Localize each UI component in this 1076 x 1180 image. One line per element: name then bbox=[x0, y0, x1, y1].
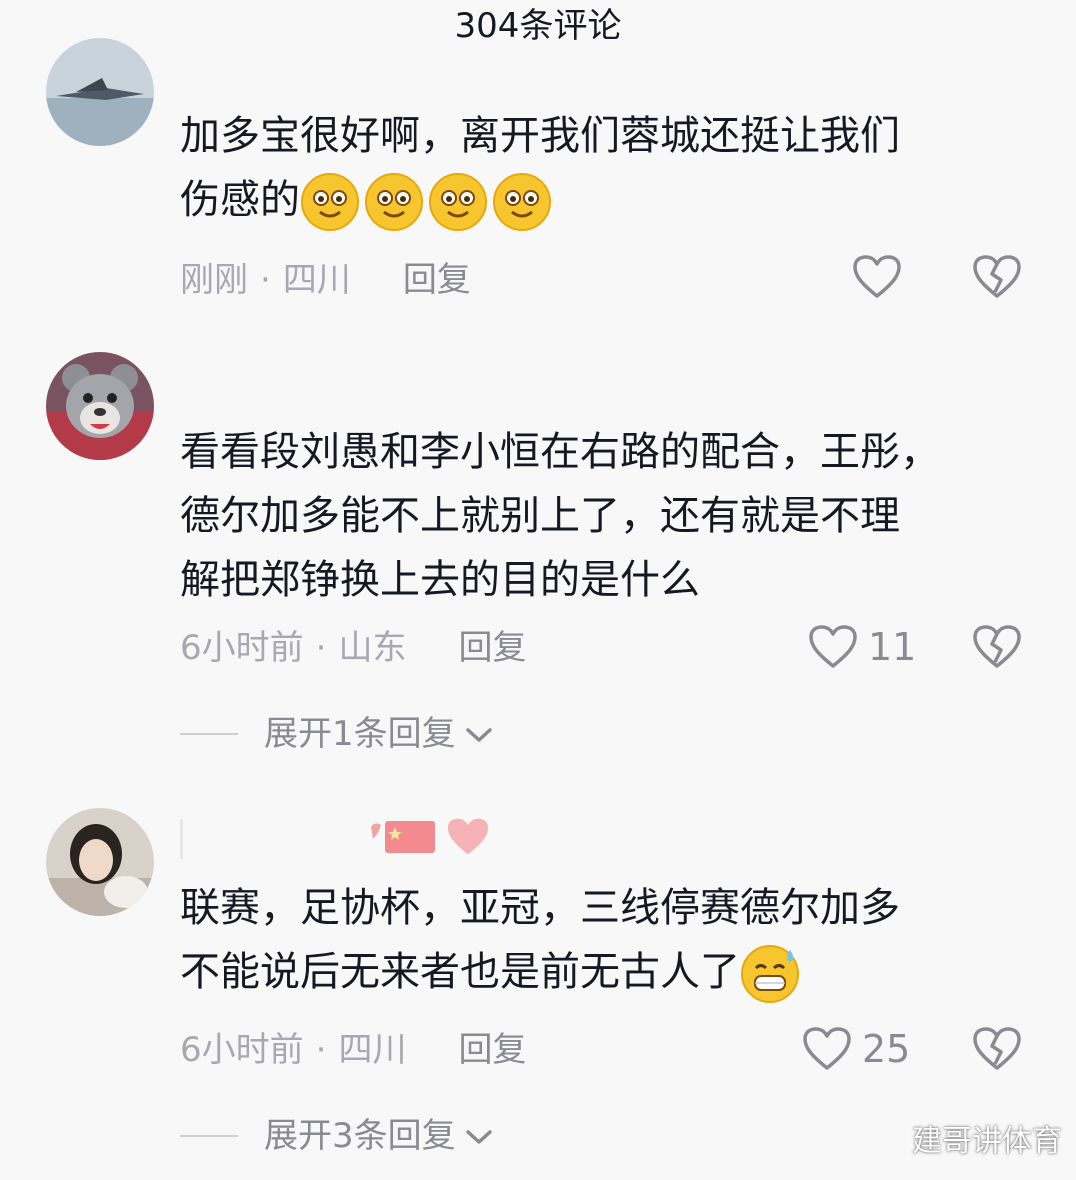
chevron-down-icon bbox=[464, 712, 494, 756]
chevron-down-icon bbox=[464, 1114, 494, 1158]
like-count: 11 bbox=[868, 625, 917, 669]
like-button[interactable] bbox=[852, 254, 902, 300]
username-redacted bbox=[180, 819, 197, 859]
china-flag-icon bbox=[369, 817, 439, 861]
smile-emoji-icon bbox=[428, 172, 488, 232]
heart-outline-icon bbox=[808, 624, 858, 670]
broken-heart-icon bbox=[972, 1026, 1022, 1072]
avatar[interactable] bbox=[46, 38, 154, 146]
comment-time: 6小时前 bbox=[180, 628, 304, 668]
heart-outline-icon bbox=[802, 1026, 852, 1072]
avatar[interactable] bbox=[46, 352, 154, 460]
comment-location: 四川 bbox=[282, 260, 351, 300]
comment-meta: 刚刚 · 四川 回复 bbox=[180, 258, 471, 302]
dislike-button[interactable] bbox=[972, 624, 1022, 670]
heart-outline-icon bbox=[852, 254, 902, 300]
smile-emoji-icon bbox=[492, 172, 552, 232]
dislike-button[interactable] bbox=[972, 1026, 1022, 1072]
watermark: 建哥讲体育 bbox=[912, 1124, 1062, 1159]
sweat-grin-emoji-icon bbox=[740, 944, 800, 1004]
meta-separator: · bbox=[315, 628, 327, 668]
smile-emoji-icon bbox=[364, 172, 424, 232]
expand-replies-label: 展开1条回复 bbox=[264, 714, 456, 754]
broken-heart-icon bbox=[972, 254, 1022, 300]
meta-separator: · bbox=[315, 1030, 327, 1070]
comment-text: 联赛，足协杯，亚冠，三线停赛德尔加多 不能说后无来者也是前无古人了 bbox=[180, 876, 1040, 1004]
comment-location: 四川 bbox=[338, 1030, 407, 1070]
smile-emoji-icon bbox=[300, 172, 360, 232]
like-button[interactable]: 25 bbox=[802, 1026, 910, 1072]
comments-count-title: 304条评论 bbox=[454, 6, 622, 46]
comment-meta: 6小时前 · 四川 回复 bbox=[180, 1028, 526, 1072]
emoji-group bbox=[300, 172, 552, 232]
dislike-button[interactable] bbox=[972, 254, 1022, 300]
meta-separator: · bbox=[260, 260, 271, 300]
comment-location: 山东 bbox=[338, 628, 407, 668]
expand-replies-label: 展开3条回复 bbox=[264, 1116, 456, 1156]
reply-button[interactable]: 回复 bbox=[403, 258, 471, 302]
reply-button[interactable]: 回复 bbox=[458, 626, 526, 670]
like-button[interactable]: 11 bbox=[808, 624, 916, 670]
comment-meta: 6小时前 · 山东 回复 bbox=[180, 626, 526, 670]
divider-line bbox=[180, 733, 238, 735]
comment-text: 加多宝很好啊，离开我们蓉城还挺让我们 伤感的 bbox=[180, 104, 1040, 232]
expand-replies-button[interactable]: 展开1条回复 bbox=[180, 712, 494, 756]
broken-heart-icon bbox=[972, 624, 1022, 670]
pink-heart-icon bbox=[445, 816, 491, 862]
username-row[interactable] bbox=[180, 816, 491, 862]
comment-text: 看看段刘愚和李小恒在右路的配合，王彤， 德尔加多能不上就别上了，还有就是不理 解… bbox=[180, 429, 940, 603]
expand-replies-button[interactable]: 展开3条回复 bbox=[180, 1114, 494, 1158]
comment-time: 6小时前 bbox=[180, 1030, 304, 1070]
comment-time: 刚刚 bbox=[180, 260, 248, 300]
reply-button[interactable]: 回复 bbox=[458, 1028, 526, 1072]
avatar[interactable] bbox=[46, 808, 154, 916]
divider-line bbox=[180, 1135, 238, 1137]
like-count: 25 bbox=[862, 1027, 911, 1071]
